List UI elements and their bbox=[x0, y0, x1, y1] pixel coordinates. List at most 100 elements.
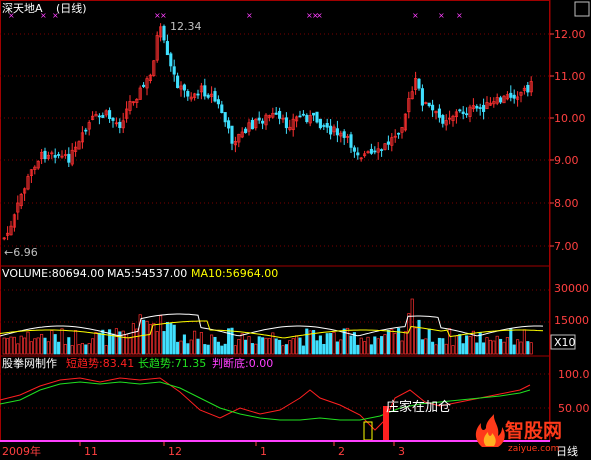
marker-x-icon: × bbox=[160, 11, 167, 20]
volume-bar bbox=[502, 341, 506, 355]
volume-bar bbox=[213, 336, 217, 355]
candle-body bbox=[312, 112, 316, 116]
candle-body bbox=[475, 105, 479, 109]
volume-bar bbox=[60, 328, 64, 355]
volume-bar bbox=[441, 338, 445, 355]
volume-bar bbox=[390, 329, 394, 355]
volume-bar bbox=[376, 338, 380, 355]
volume-bar bbox=[278, 339, 282, 355]
candle-body bbox=[142, 84, 146, 87]
volume-bar bbox=[291, 338, 295, 355]
candle-body bbox=[172, 66, 176, 75]
candle-body bbox=[356, 152, 360, 156]
long-trend-label: 长趋势:71.35 bbox=[138, 357, 206, 370]
x-axis: 2009年 11 12 1 2 3 bbox=[2, 442, 405, 458]
volume-bar bbox=[67, 337, 71, 355]
volume-bar bbox=[23, 337, 27, 355]
price-tick: 10.00 bbox=[554, 112, 586, 125]
volume-bar bbox=[444, 343, 448, 355]
volume-bar bbox=[131, 323, 135, 355]
candle-body bbox=[380, 149, 384, 151]
volume-bar bbox=[295, 335, 299, 355]
candle-body bbox=[186, 91, 190, 97]
volume-bar bbox=[199, 332, 203, 355]
chart-frame bbox=[0, 0, 550, 441]
candle-body bbox=[250, 119, 254, 130]
volume-bar bbox=[281, 345, 285, 355]
price-tick: 9.00 bbox=[554, 154, 579, 167]
marker-x-icon: × bbox=[8, 11, 15, 20]
candle-body bbox=[203, 85, 207, 97]
volume-bar bbox=[434, 344, 438, 355]
volume-ma10-label: MA10:56964.00 bbox=[191, 267, 278, 280]
marker-x-icon: × bbox=[438, 11, 445, 20]
marker-x-icon: × bbox=[52, 11, 59, 20]
volume-bar bbox=[91, 338, 95, 355]
volume-bar bbox=[349, 335, 353, 355]
indicator-annotation: 庄家在加仓 bbox=[386, 399, 451, 415]
marker-x-icon: × bbox=[40, 11, 47, 20]
volume-bar bbox=[424, 338, 428, 355]
x-axis-label: 2009年 bbox=[2, 444, 41, 458]
volume-bar bbox=[203, 344, 207, 355]
volume-bar bbox=[386, 329, 390, 355]
candlesticks[interactable] bbox=[2, 23, 533, 241]
volume-tick: 15000 bbox=[554, 314, 589, 327]
candle-body bbox=[322, 125, 326, 127]
volume-bar bbox=[380, 336, 384, 355]
volume-bar bbox=[318, 335, 322, 355]
volume-bar bbox=[437, 337, 441, 355]
candle-body bbox=[165, 41, 169, 56]
volume-bar bbox=[305, 328, 309, 355]
volume-bar bbox=[50, 330, 54, 355]
volume-bar bbox=[448, 328, 452, 355]
x-axis-label: 3 bbox=[398, 445, 405, 458]
volume-bar bbox=[84, 344, 88, 355]
volume-bar bbox=[335, 341, 339, 355]
candle-body bbox=[329, 125, 333, 135]
price-tick: 12.00 bbox=[554, 28, 586, 41]
volume-bar bbox=[176, 341, 180, 355]
volume-bar bbox=[407, 313, 411, 355]
volume-bar bbox=[264, 337, 268, 355]
volume-bar bbox=[329, 332, 333, 355]
volume-bar bbox=[359, 337, 363, 355]
volume-bar bbox=[172, 324, 176, 355]
volume-bar bbox=[499, 338, 503, 355]
volume-tick: 30000 bbox=[554, 282, 589, 295]
volume-bar bbox=[475, 342, 479, 355]
volume-bar bbox=[495, 335, 499, 355]
volume-bar bbox=[189, 339, 193, 355]
candle-body bbox=[169, 53, 173, 67]
marker-x-icon: × bbox=[456, 11, 463, 20]
candle-body bbox=[386, 141, 390, 145]
candle-body bbox=[274, 112, 278, 115]
volume-bar bbox=[111, 333, 115, 355]
volume-bar bbox=[210, 334, 214, 355]
volume-bar bbox=[237, 338, 241, 355]
volume-bar bbox=[152, 322, 156, 355]
x-axis-label: 12 bbox=[168, 445, 182, 458]
volume-bar bbox=[12, 336, 16, 355]
low-label: ←6.96 bbox=[4, 246, 38, 259]
volume-bar bbox=[70, 345, 74, 355]
candle-body bbox=[84, 129, 88, 132]
volume-bar bbox=[301, 345, 305, 355]
candle-body bbox=[298, 115, 302, 118]
marker-x-icon: × bbox=[316, 11, 323, 20]
candle-body bbox=[437, 108, 441, 118]
volume-bar bbox=[40, 334, 44, 355]
stock-chart[interactable]: 深天地A (日线) 12.00 11.00 10.00 9.00 8.00 7.… bbox=[0, 0, 591, 460]
watermark-url: zaiyue.com bbox=[508, 444, 559, 454]
volume-bar bbox=[216, 341, 220, 355]
volume-bar bbox=[431, 341, 435, 355]
signal-bar bbox=[363, 421, 373, 441]
candle-body bbox=[499, 97, 503, 103]
short-trend-label: 短趋势:83.41 bbox=[66, 356, 134, 370]
volume-bar bbox=[244, 339, 248, 355]
scroll-box[interactable] bbox=[574, 1, 590, 17]
volume-bar bbox=[19, 335, 23, 355]
volume-bar bbox=[142, 319, 146, 355]
volume-bar bbox=[87, 343, 91, 355]
volume-bar bbox=[257, 336, 261, 355]
